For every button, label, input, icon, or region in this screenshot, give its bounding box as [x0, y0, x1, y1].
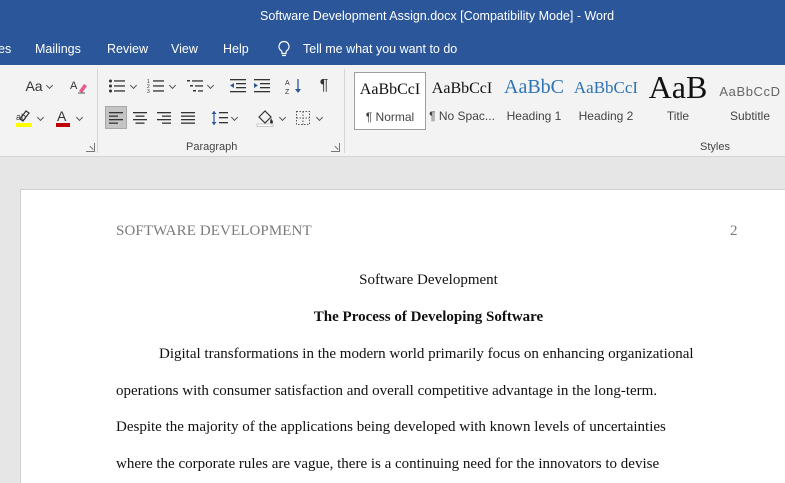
- paragraph-line[interactable]: operations with consumer satisfaction an…: [116, 383, 657, 400]
- page-number[interactable]: 2: [730, 223, 738, 240]
- increase-indent-button[interactable]: [251, 75, 273, 97]
- document-page[interactable]: SOFTWARE DEVELOPMENT 2 Software Developm…: [20, 189, 785, 483]
- paragraph-group-label: Paragraph: [186, 141, 238, 153]
- font-color-icon: A: [56, 108, 70, 127]
- align-center-button[interactable]: [129, 107, 151, 129]
- sort-icon: A Z: [285, 79, 301, 95]
- eraser-icon: A: [70, 80, 87, 94]
- paragraph-dialog-launcher[interactable]: [331, 143, 340, 152]
- line-spacing-button[interactable]: [209, 107, 231, 129]
- paragraph-line[interactable]: Digital transformations in the modern wo…: [159, 346, 694, 363]
- align-left-button[interactable]: [105, 106, 127, 129]
- running-header-title[interactable]: SOFTWARE DEVELOPMENT: [116, 223, 312, 240]
- style-title[interactable]: AaB Title: [642, 69, 714, 130]
- clear-formatting-button[interactable]: A: [68, 75, 90, 97]
- svg-text:A: A: [57, 108, 67, 124]
- tab-references[interactable]: es: [0, 42, 11, 56]
- document-area: SOFTWARE DEVELOPMENT 2 Software Developm…: [0, 157, 785, 483]
- numbering-button[interactable]: 1 2 3: [145, 75, 167, 97]
- style-heading-2[interactable]: AaBbCcI Heading 2: [570, 72, 642, 130]
- font-dialog-launcher[interactable]: [86, 143, 95, 152]
- borders-button[interactable]: [292, 107, 314, 129]
- document-heading[interactable]: The Process of Developing Software: [21, 309, 785, 326]
- chevron-down-icon[interactable]: [232, 114, 239, 121]
- increase-indent-icon: [254, 79, 270, 93]
- chevron-down-icon[interactable]: [77, 114, 84, 121]
- lightbulb-icon[interactable]: [276, 40, 292, 58]
- justify-icon: [181, 112, 195, 124]
- line-spacing-icon: [211, 111, 228, 125]
- change-case-button[interactable]: Aa: [24, 75, 44, 97]
- chevron-down-icon[interactable]: [170, 82, 177, 89]
- tab-help[interactable]: Help: [223, 42, 249, 56]
- align-right-icon: [157, 112, 171, 124]
- paragraph-line[interactable]: where the corporate rules are vague, the…: [116, 456, 659, 473]
- bullets-button[interactable]: [106, 75, 128, 97]
- style-normal[interactable]: AaBbCcI ¶ Normal: [354, 72, 426, 130]
- text-highlight-button[interactable]: ab: [12, 107, 38, 129]
- chevron-down-icon[interactable]: [131, 82, 138, 89]
- sort-button[interactable]: A Z: [283, 75, 305, 97]
- pilcrow-icon: ¶: [319, 77, 329, 94]
- svg-text:A: A: [285, 80, 290, 87]
- tab-mailings[interactable]: Mailings: [35, 42, 81, 56]
- paragraph-line[interactable]: Despite the majority of the applications…: [116, 419, 666, 436]
- align-right-button[interactable]: [153, 107, 175, 129]
- svg-text:A: A: [70, 80, 78, 92]
- ribbon: Aa A ab A 1 2 3 A Z ¶ Paragraph AaBbCcI …: [0, 65, 785, 157]
- paint-bucket-icon: [256, 110, 274, 127]
- tell-me-search[interactable]: Tell me what you want to do: [303, 42, 457, 56]
- chevron-down-icon[interactable]: [38, 114, 45, 121]
- tab-review[interactable]: Review: [107, 42, 148, 56]
- document-title[interactable]: Software Development: [21, 272, 785, 289]
- window-title: Software Development Assign.docx [Compat…: [260, 9, 615, 23]
- style-subtitle[interactable]: AaBbCcD Subtitle: [714, 72, 785, 130]
- justify-button[interactable]: [177, 107, 199, 129]
- numbered-list-icon: 1 2 3: [147, 79, 164, 94]
- group-separator: [97, 69, 98, 153]
- chevron-down-icon[interactable]: [208, 82, 215, 89]
- decrease-indent-button[interactable]: [227, 75, 249, 97]
- highlighter-icon: ab: [16, 110, 32, 127]
- style-no-spacing[interactable]: AaBbCcI ¶ No Spac...: [426, 72, 498, 130]
- title-bar: Software Development Assign.docx [Compat…: [0, 0, 785, 33]
- decrease-indent-icon: [230, 79, 246, 93]
- ribbon-tabs: es Mailings Review View Help Tell me wha…: [0, 33, 785, 65]
- group-separator: [344, 69, 345, 153]
- bullet-list-icon: [109, 79, 125, 93]
- svg-text:3: 3: [147, 89, 150, 94]
- multilevel-list-button[interactable]: [184, 75, 206, 97]
- styles-group-label: Styles: [700, 141, 730, 153]
- chevron-down-icon[interactable]: [47, 82, 54, 89]
- svg-text:ab: ab: [16, 112, 26, 122]
- svg-text:Z: Z: [285, 89, 290, 95]
- multilevel-list-icon: [187, 80, 203, 92]
- show-hide-marks-button[interactable]: ¶: [313, 75, 335, 97]
- chevron-down-icon[interactable]: [317, 114, 324, 121]
- align-left-icon: [109, 111, 123, 124]
- chevron-down-icon[interactable]: [280, 114, 287, 121]
- shading-button[interactable]: [253, 107, 277, 129]
- borders-icon: [296, 111, 310, 125]
- font-color-button[interactable]: A: [52, 107, 74, 129]
- align-center-icon: [133, 112, 147, 124]
- style-heading-1[interactable]: AaBbC Heading 1: [498, 72, 570, 130]
- tab-view[interactable]: View: [171, 42, 198, 56]
